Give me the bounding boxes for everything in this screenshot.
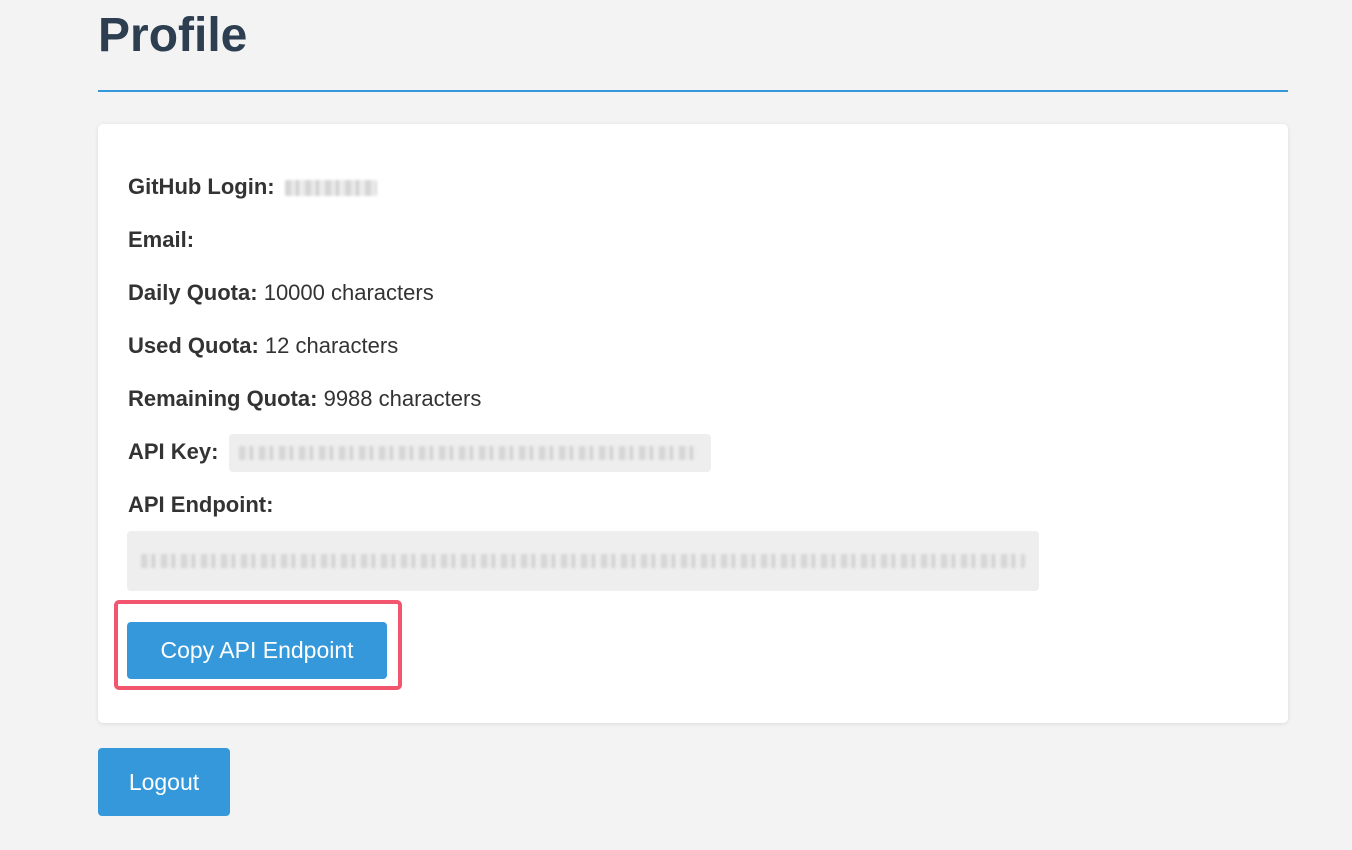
used-quota-row: Used Quota: 12 characters [128, 332, 398, 360]
api-key-value-box[interactable] [228, 434, 711, 472]
api-endpoint-value-box[interactable] [127, 531, 1039, 591]
github-login-label: GitHub Login: [128, 174, 275, 199]
api-endpoint-value-redacted [141, 554, 1025, 568]
github-login-value-redacted [284, 180, 377, 197]
remaining-quota-value: 9988 characters [323, 386, 482, 411]
api-key-row: API Key: [128, 434, 711, 472]
daily-quota-label: Daily Quota: [128, 280, 258, 305]
api-endpoint-row: API Endpoint: [128, 491, 273, 519]
used-quota-value: 12 characters [264, 333, 399, 358]
daily-quota-value: 10000 characters [263, 280, 434, 305]
used-quota-label: Used Quota: [128, 333, 259, 358]
profile-card: GitHub Login: Email: Daily Quota: 10000 … [98, 124, 1288, 723]
title-divider [98, 90, 1288, 92]
remaining-quota-row: Remaining Quota: 9988 characters [128, 385, 481, 413]
github-login-row: GitHub Login: [128, 173, 377, 201]
page-title: Profile [98, 9, 248, 62]
api-key-value-redacted [238, 446, 697, 460]
profile-page: Profile GitHub Login: Email: Daily Quota… [0, 0, 1352, 850]
api-endpoint-label: API Endpoint: [128, 492, 274, 517]
api-key-label: API Key: [128, 438, 219, 464]
logout-button[interactable]: Logout [98, 748, 230, 816]
daily-quota-row: Daily Quota: 10000 characters [128, 279, 434, 307]
email-label: Email: [128, 227, 195, 252]
copy-api-endpoint-button[interactable]: Copy API Endpoint [127, 622, 387, 679]
email-row: Email: [128, 226, 194, 254]
remaining-quota-label: Remaining Quota: [128, 386, 318, 411]
